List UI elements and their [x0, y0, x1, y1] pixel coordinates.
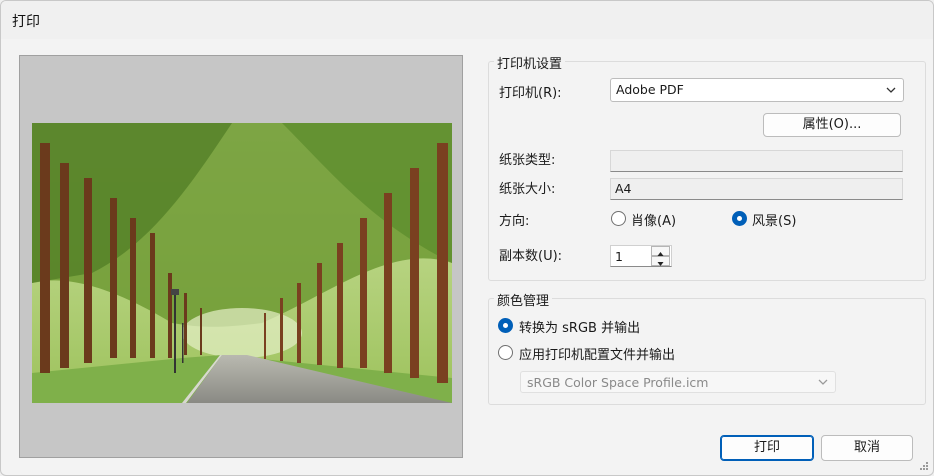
apply-printer-profile-label[interactable]: 应用打印机配置文件并输出: [519, 344, 675, 363]
dialog-title: 打印: [12, 14, 40, 30]
print-dialog: 打印 打印机设置 打印机(R): Adobe PDF 属性(O)... 纸张类型…: [0, 0, 934, 476]
orientation-landscape-radio[interactable]: [732, 211, 747, 226]
chevron-down-icon: [818, 379, 828, 385]
copies-decrement-button[interactable]: [651, 256, 670, 266]
paper-type-field: [610, 150, 903, 172]
printer-label: 打印机(R):: [499, 86, 562, 101]
cancel-button[interactable]: 取消: [821, 435, 913, 461]
orientation-portrait-radio[interactable]: [611, 211, 626, 226]
paper-size-value: A4: [615, 181, 632, 196]
cancel-button-label: 取消: [853, 440, 880, 455]
orientation-landscape-label[interactable]: 风景(S): [752, 210, 796, 229]
print-button-label: 打印: [753, 440, 780, 455]
color-profile-select[interactable]: sRGB Color Space Profile.icm: [520, 371, 836, 393]
title-bar[interactable]: 打印: [1, 1, 933, 39]
properties-button-label: 属性(O)...: [802, 117, 862, 132]
copies-label: 副本数(U):: [499, 249, 563, 264]
print-button[interactable]: 打印: [720, 435, 814, 461]
orientation-portrait-label[interactable]: 肖像(A): [631, 210, 676, 229]
apply-printer-profile-radio[interactable]: [498, 345, 513, 360]
copies-value: 1: [615, 249, 623, 264]
chevron-down-icon: [886, 87, 896, 93]
convert-srgb-label[interactable]: 转换为 sRGB 并输出: [519, 317, 640, 336]
paper-type-label: 纸张类型:: [499, 153, 556, 168]
convert-srgb-radio[interactable]: [498, 318, 513, 333]
printer-settings-title: 打印机设置: [494, 53, 566, 72]
printer-select-value: Adobe PDF: [616, 82, 684, 97]
print-preview-pane: [19, 55, 463, 458]
copies-increment-button[interactable]: [651, 246, 670, 256]
color-profile-value: sRGB Color Space Profile.icm: [527, 375, 709, 390]
color-management-title: 颜色管理: [494, 290, 553, 309]
paper-size-field: A4: [610, 178, 903, 200]
printer-select[interactable]: Adobe PDF: [610, 78, 904, 102]
orientation-label: 方向:: [499, 214, 530, 229]
preview-image: [32, 123, 452, 403]
chevron-down-icon: [657, 262, 664, 266]
resize-grip-icon[interactable]: [919, 461, 929, 471]
paper-size-label: 纸张大小:: [499, 182, 556, 197]
properties-button[interactable]: 属性(O)...: [763, 113, 901, 137]
